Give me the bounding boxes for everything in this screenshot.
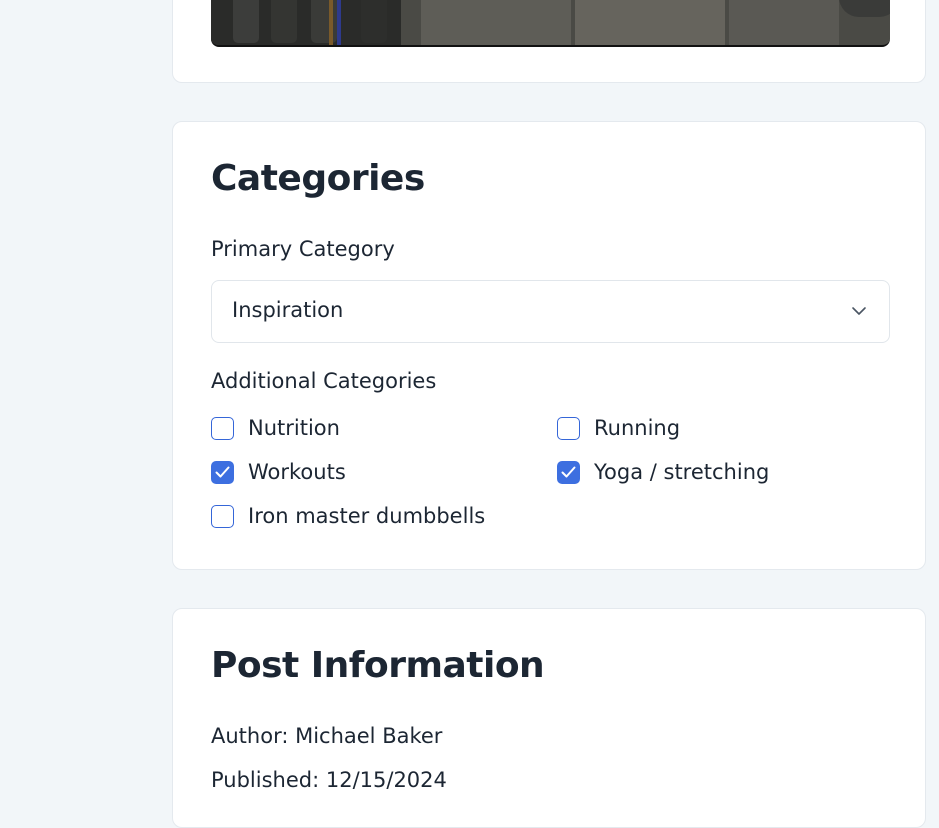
weight-plate (839, 0, 890, 17)
categories-card: Categories Primary Category Inspiration … (172, 121, 926, 570)
checkbox[interactable] (557, 416, 580, 440)
category-checkbox-yoga[interactable]: Yoga / stretching (557, 457, 769, 487)
additional-categories-label: Additional Categories (211, 369, 437, 393)
checkmark-icon (561, 466, 576, 478)
dumbbell (311, 0, 337, 43)
checkbox[interactable] (211, 460, 234, 484)
category-checkbox-nutrition[interactable]: Nutrition (211, 413, 340, 443)
checkbox-label: Running (594, 416, 681, 440)
category-checkbox-workouts[interactable]: Workouts (211, 457, 346, 487)
dumbbell (233, 0, 259, 43)
author-text: Author: Michael Baker (211, 724, 443, 748)
primary-category-label: Primary Category (211, 237, 395, 261)
checkbox[interactable] (211, 504, 234, 528)
floor-tile (421, 0, 571, 45)
category-checkbox-iron-master-dumbbells[interactable]: Iron master dumbbells (211, 501, 485, 531)
post-information-title: Post Information (211, 645, 545, 686)
rack-stand (337, 0, 341, 45)
floor-tile (729, 0, 839, 45)
checkbox-label: Iron master dumbbells (248, 504, 486, 528)
chevron-down-icon (852, 307, 866, 315)
checkbox-label: Nutrition (248, 416, 340, 440)
checkbox[interactable] (557, 460, 580, 484)
category-checkbox-running[interactable]: Running (557, 413, 680, 443)
dumbbell (361, 0, 387, 43)
checkbox-label: Yoga / stretching (594, 460, 770, 484)
checkbox[interactable] (211, 416, 234, 440)
dumbbell (271, 0, 297, 43)
floor-tile (575, 0, 725, 45)
rack-stand (329, 0, 333, 45)
primary-category-select[interactable]: Inspiration (211, 280, 890, 343)
checkmark-icon (215, 466, 230, 478)
post-information-card: Post Information Author: Michael Baker P… (172, 608, 926, 828)
featured-image-card (172, 0, 926, 83)
categories-title: Categories (211, 158, 425, 199)
checkbox-label: Workouts (248, 460, 346, 484)
primary-category-value: Inspiration (232, 298, 344, 322)
published-date-text: Published: 12/15/2024 (211, 768, 447, 792)
featured-image-preview[interactable] (211, 0, 890, 47)
